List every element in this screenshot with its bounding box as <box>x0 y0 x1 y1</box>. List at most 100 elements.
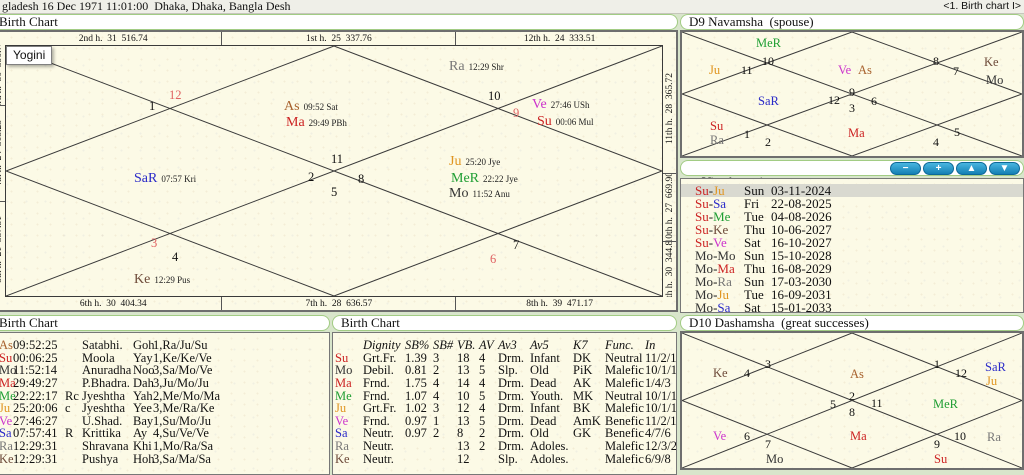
cusp-label: 1st h. 25 337.76 <box>306 34 372 44</box>
vb-value: 14 <box>457 377 470 390</box>
dasha-period-row[interactable]: Mo-Ma Thu 16-08-2029 <box>681 262 1023 275</box>
dasha-period-row[interactable]: Mo-Sa Sat 15-01-2033 <box>681 301 1023 314</box>
dignity-value: Debil. <box>363 364 394 377</box>
av3-value: Drm. <box>498 427 524 440</box>
dasha-period-row[interactable]: Su-Ju Sun 03-11-2024 <box>681 184 1023 197</box>
func-value: Malefic <box>605 364 644 377</box>
vb-value: 13 <box>457 415 470 428</box>
dasha-start-weekday: Sun <box>744 249 764 262</box>
planet-label: Ju <box>709 63 720 77</box>
planet-degree-nakshatra: 27:46 USh <box>551 100 590 110</box>
chart-grid-lines <box>6 46 662 296</box>
nakshatra-name: Jyeshtha <box>82 402 125 415</box>
cusp-label: 2nd h. 31 516.74 <box>79 34 148 44</box>
cusp-label: 8th h. 39 471.17 <box>526 299 593 309</box>
nakshatra-name: Shravana <box>82 440 129 453</box>
planet-longitude: 25:20:06 <box>13 402 57 415</box>
planet-positions-header: Birth Chart <box>0 315 330 331</box>
planet-abbr: Ve <box>335 415 348 428</box>
planet-label: Mo 11:52 Anu <box>449 186 510 201</box>
planet-label: As 09:52 Sat <box>284 99 338 114</box>
sb-num-value: 3 <box>433 352 439 365</box>
name-syllable: Yah <box>133 390 153 403</box>
house-number: 8 <box>849 406 855 418</box>
antardasha-lord: Sa <box>717 300 730 315</box>
planet-label: Su <box>710 119 723 133</box>
func-value: Neutral <box>605 390 642 403</box>
col-dignity: Dignity <box>363 339 401 352</box>
planet-label: Mo <box>766 452 783 466</box>
dasha-level-controls: − + ▲ ▼ <box>890 162 1020 175</box>
pada-lords: 3,Sa/Ma/Sa <box>153 453 211 466</box>
north-indian-chart: 121109112853467 Ra 12:29 Shr As 09:52 Sa… <box>5 45 663 297</box>
name-syllable: Bay <box>133 415 153 428</box>
dasha-start-date: 22-08-2025 <box>771 197 832 210</box>
dasha-expand-button[interactable]: + <box>923 162 954 175</box>
dignity-value: Frnd. <box>363 390 390 403</box>
dasha-period-row[interactable]: Su-Ke Thu 10-06-2027 <box>681 223 1023 236</box>
planet-degree-nakshatra: 12:29 Shr <box>469 62 504 72</box>
cusp-label: 9th h. 30 344.89 <box>665 242 675 297</box>
func-value: Malefic <box>605 377 644 390</box>
dasha-collapse-button[interactable]: − <box>890 162 921 175</box>
planet-abbr: Sa <box>335 427 348 440</box>
planet-longitude: 07:57:41 <box>13 427 57 440</box>
av5-value: Old <box>530 364 549 377</box>
func-value: Benefic <box>605 427 644 440</box>
planet-abbr: Ve <box>838 63 851 77</box>
cusp-label: 3rd h. 30 390.79 <box>0 45 4 106</box>
name-syllable: Noo <box>133 364 155 377</box>
cusp-label: 12th h. 24 333.51 <box>524 34 596 44</box>
name-syllable: Goh <box>133 339 155 352</box>
name-syllable: Dah <box>133 377 154 390</box>
name-syllable: Yee <box>133 402 152 415</box>
house-cusp-strip-top: 2nd h. 31 516.74 1st h. 25 337.76 12th h… <box>5 32 663 45</box>
dignity-value: Grt.Fr. <box>363 352 396 365</box>
av5-value: Youth. <box>530 390 563 403</box>
pada-lords: 4,Su/Ve/Ve <box>153 427 209 440</box>
dasha-period-row[interactable]: Mo-Ju Tue 16-09-2031 <box>681 288 1023 301</box>
dasha-up-button[interactable]: ▲ <box>956 162 987 175</box>
av3-value: Drm. <box>498 415 524 428</box>
dasha-down-button[interactable]: ▼ <box>989 162 1020 175</box>
table-row: As 09:52:25 Satabhi. Goh 1,Ra/Ju/Su <box>0 339 329 352</box>
pada-lords: 2,Me/Mo/Ma <box>153 390 220 403</box>
planet-label: Ma <box>850 429 867 443</box>
k7-value: PiK <box>573 364 592 377</box>
sb-percent-value: 1.07 <box>405 390 427 403</box>
av5-value: Infant <box>530 402 560 415</box>
sb-num-value: 4 <box>433 377 439 390</box>
col-av5: Av5 <box>530 339 549 352</box>
d9-chart: 101187912361245 MeR Ju Ve As Ke Mo SaR S… <box>680 30 1024 158</box>
retro-combust-flag: R <box>65 427 73 440</box>
dasha-period-row[interactable]: Mo-Ra Sun 17-03-2030 <box>681 275 1023 288</box>
d10-panel-header: D10 Dashamsha (great successes) <box>680 315 1024 331</box>
vimshottari-panel: Vimshottari − + ▲ ▼ Su-Ju Sun 03-11-2024… <box>680 160 1024 313</box>
planet-label: Ra 12:29 Shr <box>449 59 504 74</box>
planet-longitude: 12:29:31 <box>13 440 57 453</box>
dignity-value: Grt.Fr. <box>363 402 396 415</box>
name-syllable: Yay <box>133 352 153 365</box>
planet-abbr: Ju <box>709 63 720 77</box>
house-number: 8 <box>358 173 364 185</box>
planet-label: MeR <box>933 397 958 411</box>
pada-lords: 3,Ju/Mo/Ju <box>153 377 209 390</box>
in-value: 1/4/3 <box>645 377 671 390</box>
planet-degree-nakshatra: 25:20 Jye <box>465 157 500 167</box>
av3-value: Drm. <box>498 440 524 453</box>
planet-label: SaR 07:57 Kri <box>134 171 196 186</box>
house-number: 6 <box>490 253 496 265</box>
av5-value: Adoles. <box>530 453 569 466</box>
table-row: Ra Neutr. 13 2 Drm. Adoles. Malefic 12/3… <box>333 440 676 453</box>
planet-abbr: Ra <box>335 440 349 453</box>
house-number: 5 <box>331 186 337 198</box>
in-value: 10/1/1 <box>645 390 677 403</box>
av-value: 4 <box>479 377 485 390</box>
planet-label: Su 00:06 Mul <box>537 114 594 129</box>
house-number: 10 <box>762 55 774 67</box>
planet-label: Ju <box>986 374 997 388</box>
house-number: 11 <box>871 397 883 409</box>
dasha-period-row[interactable]: Su-Me Tue 04-08-2026 <box>681 210 1023 223</box>
dasha-period-row[interactable]: Su-Sa Fri 22-08-2025 <box>681 197 1023 210</box>
planet-abbr: Ma <box>335 377 352 390</box>
